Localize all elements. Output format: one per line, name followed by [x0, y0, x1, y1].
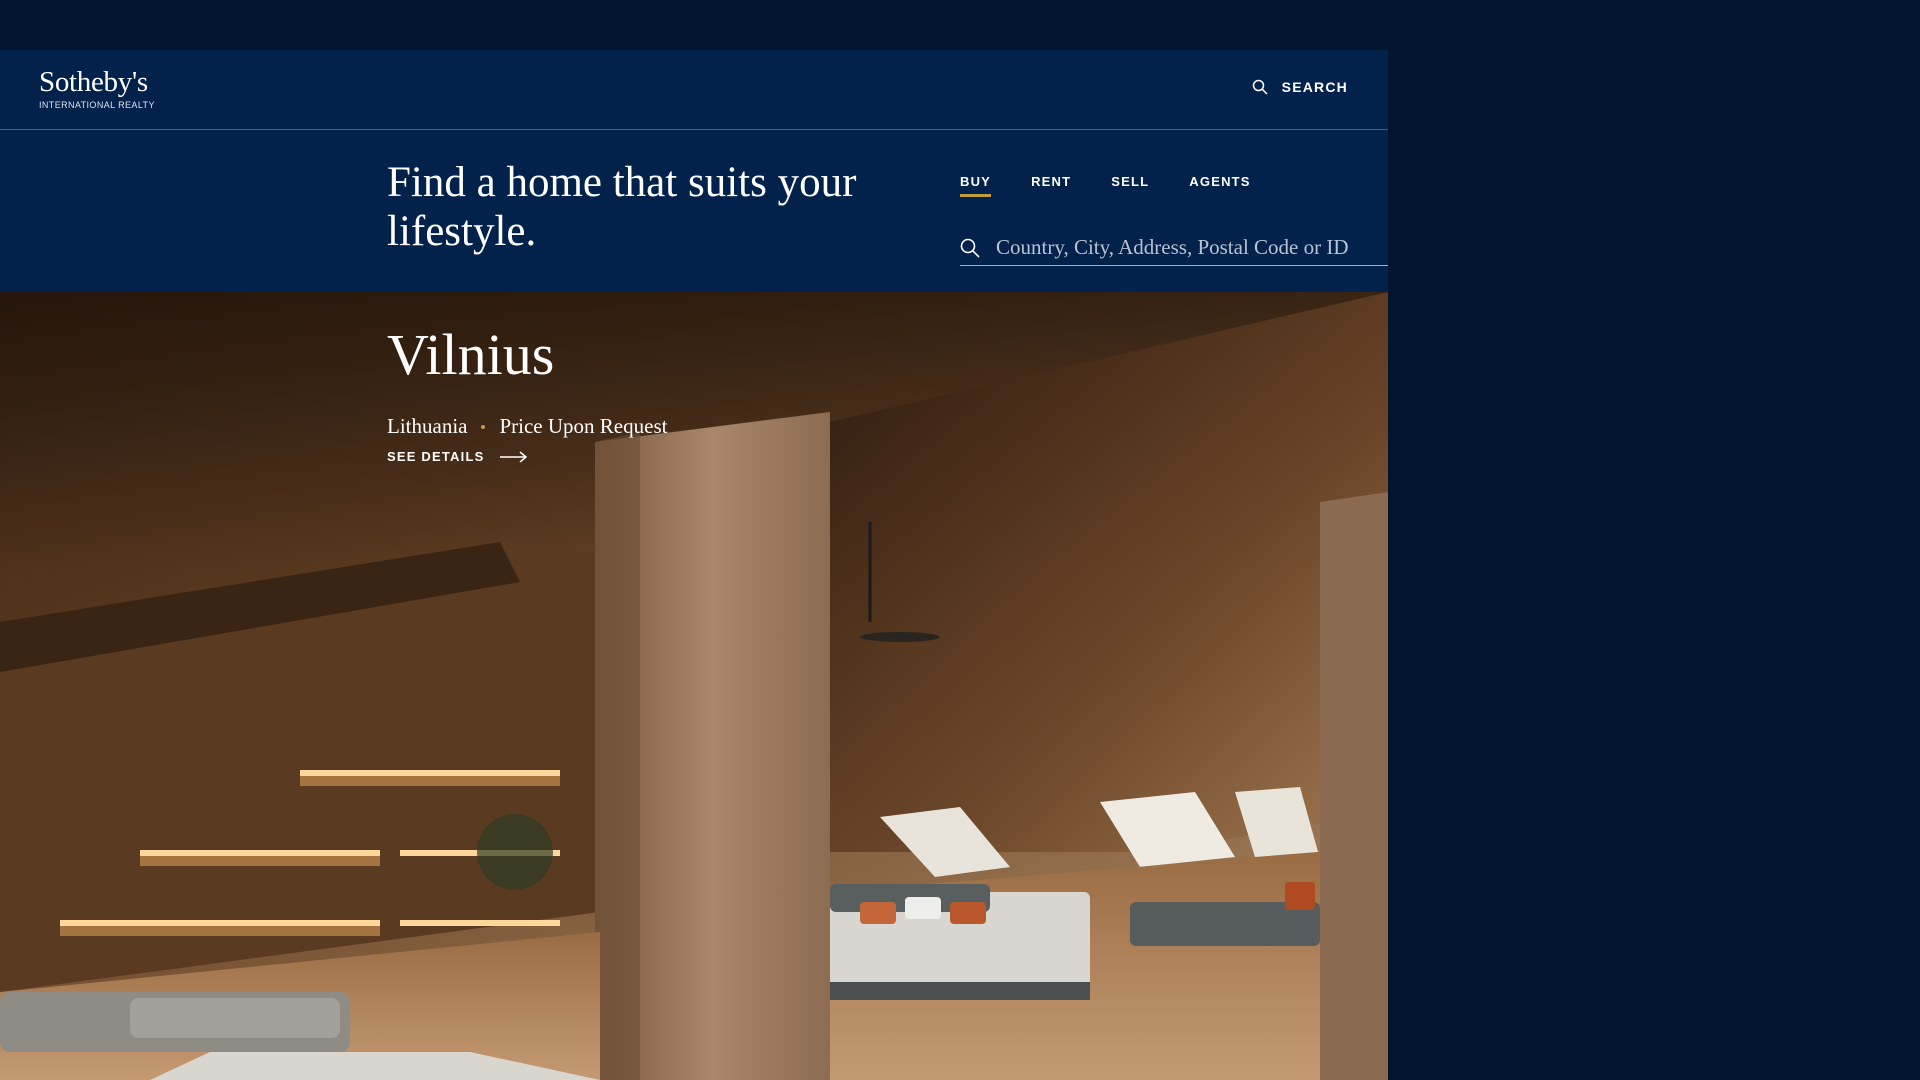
- logo-subtitle: INTERNATIONAL REALTY: [39, 100, 155, 110]
- top-navigation-bar: Sotheby's INTERNATIONAL REALTY SEARCH: [0, 50, 1388, 130]
- location-search-input[interactable]: [996, 235, 1388, 260]
- tab-agents[interactable]: AGENTS: [1189, 174, 1250, 197]
- search-icon: [960, 238, 980, 258]
- tab-rent[interactable]: RENT: [1031, 174, 1071, 197]
- separator-dot: [481, 424, 486, 429]
- hero-photo: [0, 292, 1388, 1080]
- featured-listing: Vilnius Lithuania Price Upon Request SEE…: [387, 322, 667, 464]
- tab-sell[interactable]: SELL: [1111, 174, 1149, 197]
- header-search-label: SEARCH: [1281, 79, 1348, 95]
- see-details-link[interactable]: SEE DETAILS: [387, 449, 667, 464]
- arrow-right-icon: [500, 450, 528, 463]
- search-icon: [1252, 79, 1268, 95]
- brand-logo[interactable]: Sotheby's INTERNATIONAL REALTY: [39, 67, 155, 110]
- logo-wordmark: Sotheby's: [39, 66, 148, 98]
- site-frame: Sotheby's INTERNATIONAL REALTY SEARCH Fi…: [0, 50, 1388, 1080]
- hero-headline: Find a home that suits your lifestyle.: [387, 159, 857, 255]
- see-details-label: SEE DETAILS: [387, 449, 485, 464]
- listing-country: Lithuania: [387, 414, 468, 438]
- attic-bedroom-image: [0, 292, 1388, 1080]
- listing-price: Price Upon Request: [499, 414, 668, 438]
- listing-meta: Lithuania Price Upon Request: [387, 414, 667, 439]
- header-search-button[interactable]: SEARCH: [1252, 79, 1348, 95]
- listing-city: Vilnius: [387, 322, 555, 387]
- location-search-field: [960, 230, 1388, 266]
- tab-buy[interactable]: BUY: [960, 174, 992, 197]
- search-mode-tabs: BUY RENT SELL AGENTS: [960, 174, 1251, 197]
